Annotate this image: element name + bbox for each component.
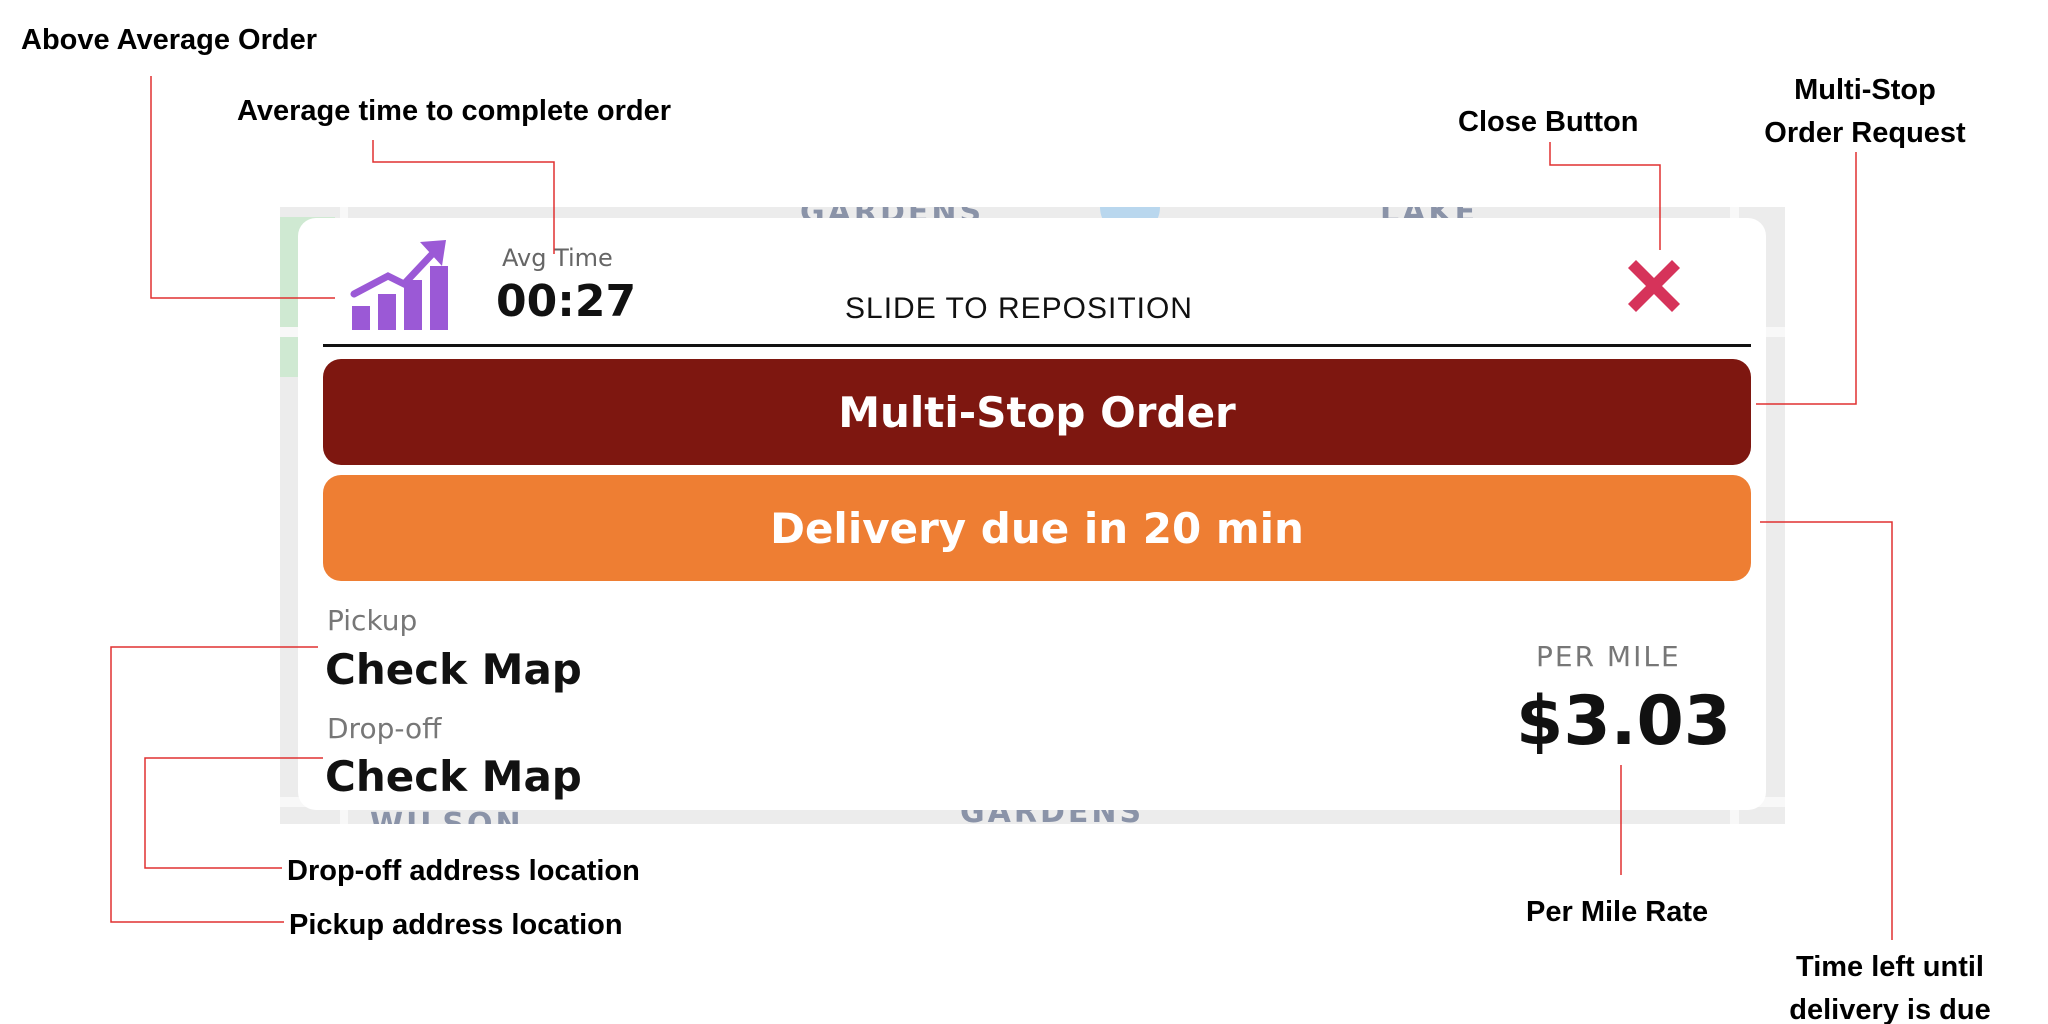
annotated-screenshot: GARDENS LAKE GARDENS WILSON Avg Time 00:…	[0, 0, 2048, 1024]
callout-line-close	[1549, 142, 1661, 250]
annotation-time-left-line1: Time left until	[1796, 951, 1984, 983]
annotation-close-button: Close Button	[1458, 106, 1639, 138]
annotation-per-mile-rate: Per Mile Rate	[1526, 896, 1709, 928]
callout-line-multi-stop	[1756, 152, 1857, 405]
callout-line-avg-time	[372, 140, 555, 254]
callout-line-dropoff	[144, 757, 323, 869]
callout-line-time-left	[1760, 521, 1893, 940]
annotation-pickup-address: Pickup address location	[289, 909, 623, 941]
annotation-time-left-line2: delivery is due	[1789, 994, 1991, 1024]
annotation-multi-stop-line1: Multi-Stop	[1794, 74, 1936, 106]
annotation-dropoff-address: Drop-off address location	[287, 855, 640, 887]
annotation-average-time: Average time to complete order	[237, 95, 672, 127]
annotation-above-average-order: Above Average Order	[21, 24, 318, 56]
annotation-multi-stop-line2: Order Request	[1764, 117, 1966, 149]
